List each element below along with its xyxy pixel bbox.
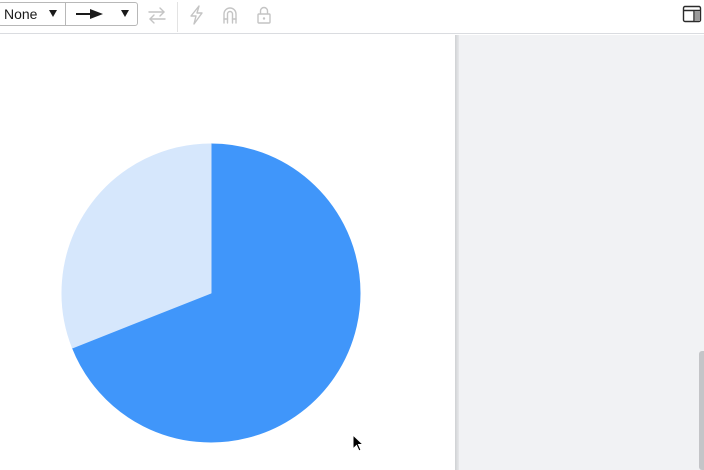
caret-down-icon [49, 10, 57, 17]
pie-slices [61, 143, 361, 443]
line-style-selects: None [0, 2, 138, 26]
arrow-right-icon [76, 9, 103, 19]
pie-chart[interactable] [60, 142, 362, 444]
format-panel-icon[interactable] [681, 3, 703, 25]
lock-icon[interactable] [253, 4, 275, 26]
line-start-select[interactable]: None [0, 3, 66, 25]
mouse-pointer-icon [352, 434, 365, 452]
line-start-value: None [4, 6, 38, 22]
toolbar-divider [177, 2, 178, 32]
toolbar: None [0, 0, 704, 34]
caret-down-icon [121, 10, 129, 17]
panel-scrollbar[interactable] [699, 351, 704, 470]
magnet-icon[interactable] [219, 4, 241, 26]
line-end-select[interactable] [66, 3, 137, 25]
lightning-icon[interactable] [186, 4, 208, 26]
swap-arrows-icon[interactable] [146, 4, 168, 26]
format-side-panel [459, 35, 704, 470]
